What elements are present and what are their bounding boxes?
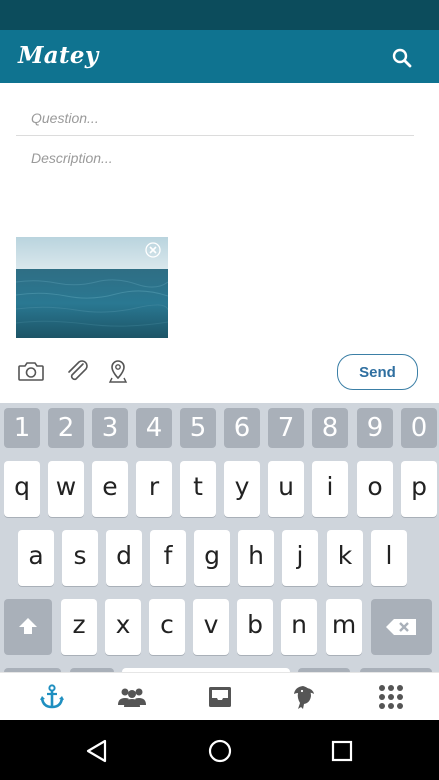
status-bar: [0, 0, 439, 30]
system-nav-bar: [0, 720, 439, 780]
people-icon[interactable]: [117, 683, 147, 711]
key-a[interactable]: a: [18, 530, 54, 586]
paperclip-icon[interactable]: [63, 358, 91, 384]
back-icon[interactable]: [84, 738, 110, 764]
key-b[interactable]: b: [237, 599, 273, 655]
key-x[interactable]: x: [105, 599, 141, 655]
key-t[interactable]: t: [180, 461, 216, 517]
key-c[interactable]: c: [149, 599, 185, 655]
recents-icon[interactable]: [329, 738, 355, 764]
key-z[interactable]: z: [61, 599, 97, 655]
shift-key[interactable]: [4, 599, 52, 655]
send-button[interactable]: Send: [337, 354, 418, 390]
bottom-nav: [0, 672, 439, 720]
key-v[interactable]: v: [193, 599, 229, 655]
key-r[interactable]: r: [136, 461, 172, 517]
key-u[interactable]: u: [268, 461, 304, 517]
question-input[interactable]: [16, 100, 414, 136]
parrot-icon[interactable]: [289, 683, 319, 711]
anchor-icon[interactable]: [37, 683, 67, 711]
camera-icon[interactable]: [17, 358, 45, 384]
key-h[interactable]: h: [238, 530, 274, 586]
key-k[interactable]: k: [327, 530, 363, 586]
location-pin-icon[interactable]: [104, 358, 132, 384]
key-s[interactable]: s: [62, 530, 98, 586]
inbox-icon[interactable]: [205, 683, 235, 711]
key-4[interactable]: 4: [136, 408, 172, 448]
grid-icon[interactable]: [376, 683, 406, 711]
key-f[interactable]: f: [150, 530, 186, 586]
search-icon[interactable]: [390, 46, 414, 70]
key-8[interactable]: 8: [312, 408, 348, 448]
key-2[interactable]: 2: [48, 408, 84, 448]
key-6[interactable]: 6: [224, 408, 260, 448]
backspace-key[interactable]: [371, 599, 432, 655]
key-3[interactable]: 3: [92, 408, 128, 448]
app-bar: Matey: [0, 30, 439, 83]
key-e[interactable]: e: [92, 461, 128, 517]
key-1[interactable]: 1: [4, 408, 40, 448]
description-input[interactable]: [16, 144, 414, 224]
key-y[interactable]: y: [224, 461, 260, 517]
app-title: Matey: [18, 42, 99, 69]
shift-icon: [19, 618, 37, 634]
home-icon[interactable]: [207, 738, 233, 764]
key-j[interactable]: j: [282, 530, 318, 586]
key-n[interactable]: n: [281, 599, 317, 655]
keyboard: 1 2 3 4 5 6 7 8 9 0 q w e r t y u i o p …: [0, 403, 439, 672]
remove-attachment-icon[interactable]: [145, 242, 161, 258]
key-q[interactable]: q: [4, 461, 40, 517]
key-7[interactable]: 7: [268, 408, 304, 448]
key-g[interactable]: g: [194, 530, 230, 586]
key-5[interactable]: 5: [180, 408, 216, 448]
key-l[interactable]: l: [371, 530, 407, 586]
key-o[interactable]: o: [357, 461, 393, 517]
key-p[interactable]: p: [401, 461, 437, 517]
key-i[interactable]: i: [312, 461, 348, 517]
key-w[interactable]: w: [48, 461, 84, 517]
key-9[interactable]: 9: [357, 408, 393, 448]
key-m[interactable]: m: [326, 599, 362, 655]
key-0[interactable]: 0: [401, 408, 437, 448]
key-d[interactable]: d: [106, 530, 142, 586]
backspace-icon: [385, 619, 416, 635]
